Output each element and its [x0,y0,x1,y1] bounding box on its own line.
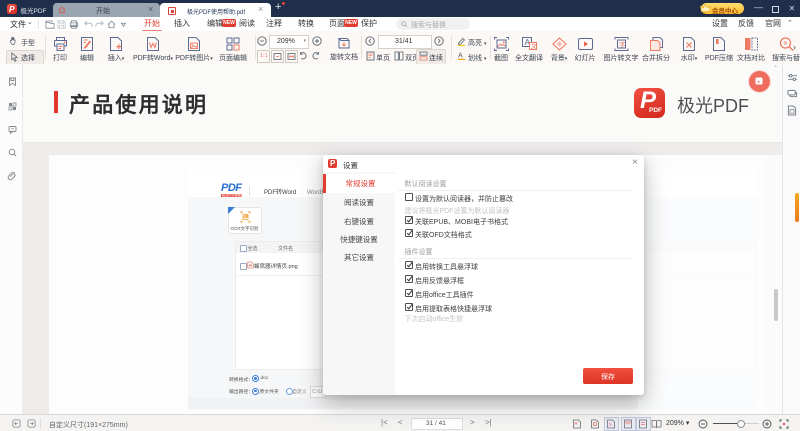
svg-text:A: A [458,53,463,60]
svg-text:字: 字 [619,40,626,49]
svg-text:文: 文 [531,43,537,51]
